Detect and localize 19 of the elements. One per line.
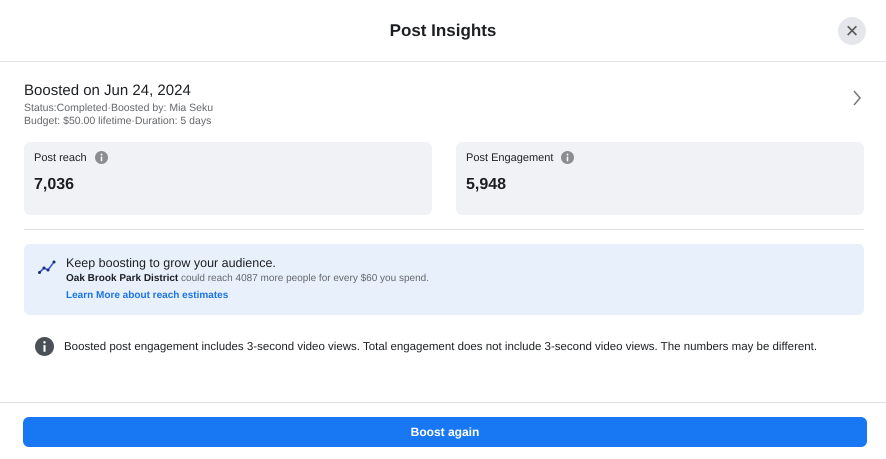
stat-label: Post Engagement: [466, 152, 554, 164]
tip-title: Keep boosting to grow your audience.: [66, 256, 277, 270]
chevron-right-icon[interactable]: [852, 90, 862, 106]
close-button[interactable]: ×: [838, 17, 866, 45]
info-icon[interactable]: [561, 151, 574, 164]
stat-value: 5,948: [466, 176, 508, 194]
boost-title: Boosted on Jun 24, 2024: [24, 82, 192, 99]
learn-more-link[interactable]: Learn More about reach estimates: [66, 290, 228, 301]
dialog-title: Post Insights: [390, 20, 496, 40]
stat-label: Post reach: [34, 152, 87, 164]
note-text: Boosted post engagement includes 3-second video views. Total engagement does not include 3-second video views. The numbers may be different.: [64, 340, 818, 352]
stat-value: 7,036: [34, 176, 76, 194]
info-icon[interactable]: [94, 151, 108, 164]
trend-chart-icon: [38, 259, 56, 275]
tip-text: Oak Brook Park District could reach 4087 more people for every $60 you spend.: [66, 273, 429, 284]
info-icon: [35, 337, 54, 356]
status-text: Status:Completed·Boosted by: Mia Seku: [24, 102, 214, 115]
budget-text: Budget: $50.00 lifetime·Duration: 5 days: [24, 115, 212, 128]
boost-again-button[interactable]: Boost again: [23, 417, 867, 447]
